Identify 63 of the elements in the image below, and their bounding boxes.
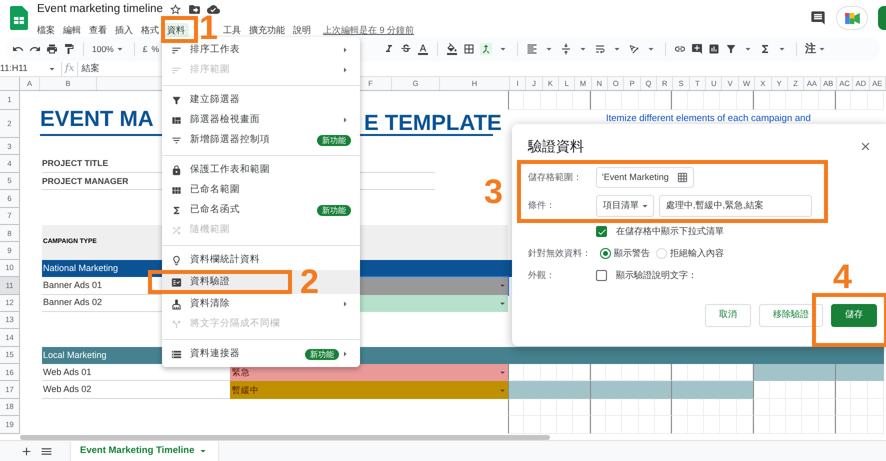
sheet-tab[interactable]: Event Marketing Timeline [71, 440, 218, 461]
radio-label: 顯示警告 [614, 246, 650, 260]
criteria-select[interactable]: 項目清單 [596, 195, 654, 217]
section-title: Local Marketing [42, 348, 107, 362]
menu-bar-item[interactable]: 插入 [111, 22, 137, 38]
step-number: 4 [833, 262, 852, 292]
task-name: Web Ads 01 [42, 366, 92, 379]
menu-item[interactable]: 篩選器檢視畫面 [162, 110, 360, 130]
step-number: 3 [484, 175, 503, 209]
field-label: PROJECT MANAGER [42, 174, 128, 188]
menu-item[interactable]: 新增篩選器控制項 新功能 [162, 130, 360, 150]
menu-bar-item[interactable]: 查看 [85, 22, 111, 38]
checkbox-label: 顯示驗證說明文字： [616, 269, 697, 282]
radio-label: 拒絕輸入內容 [670, 246, 724, 260]
step-number: 1 [199, 13, 218, 43]
last-edit-link[interactable]: 上次編輯是在 9 分鐘前 [323, 24, 414, 38]
percent-button[interactable]: % [151, 42, 160, 56]
menu-item[interactable]: 已命名範圍 [162, 180, 360, 200]
menu-item[interactable]: 保護工作表和範圍 [162, 160, 360, 180]
menu-bar-item[interactable]: 編輯 [59, 22, 85, 38]
template-title: E TEMPLATE [364, 112, 502, 134]
section-title: National Marketing [42, 262, 118, 275]
document-title[interactable]: Event marketing timeline [37, 4, 163, 16]
new-badge: 新功能 [317, 134, 351, 146]
checkbox-label: 在儲存格中顯示下拉式清單 [616, 225, 724, 238]
range-field[interactable]: 'Event Marketing [596, 167, 694, 188]
menu-item[interactable]: 已命名函式 新功能 [162, 200, 360, 220]
menu-item[interactable]: 資料欄統計資料 [162, 250, 360, 270]
dialog-button[interactable]: 移除驗證 [759, 304, 823, 326]
menu-item[interactable]: 排序工作表 [162, 40, 360, 60]
zoom-select[interactable]: 100% [92, 42, 126, 56]
criteria-label: 條件： [528, 199, 556, 212]
dialog-title: 驗證資料 [528, 137, 584, 156]
formula-value[interactable]: 結案 [81, 62, 100, 76]
invalid-data-label: 針對無效資料： [528, 246, 592, 260]
appearance-label: 外觀： [528, 269, 556, 282]
save-button[interactable]: 儲存 [831, 304, 877, 326]
status-cell[interactable]: 暫緩中 [230, 381, 508, 399]
step-number: 2 [300, 270, 319, 294]
menu-bar-item[interactable]: 擴充功能 [245, 22, 289, 38]
note-button[interactable]: 注 [805, 40, 828, 58]
task-name: Web Ads 02 [42, 382, 92, 396]
menu-bar-item[interactable]: 檔案 [33, 22, 59, 38]
range-label: 儲存格範圍： [528, 170, 583, 184]
task-name: Banner Ads 02 [42, 296, 102, 309]
fx-label: fx [65, 62, 74, 76]
menu-bar-item[interactable]: 工具 [219, 22, 245, 38]
dialog-button[interactable]: 取消 [705, 304, 751, 326]
currency-button[interactable]: £ [142, 42, 148, 56]
instruction-text: Itemize different elements of each campaign and [606, 113, 811, 124]
new-badge: 新功能 [317, 204, 351, 216]
menu-item[interactable]: 建立篩選器 [162, 90, 360, 110]
menu-item[interactable]: 資料連接器 新功能 [162, 344, 360, 364]
new-badge: 新功能 [305, 348, 339, 360]
menu-item[interactable]: 資料清除 [162, 294, 360, 314]
menu-bar-item[interactable]: 格式 [137, 22, 163, 38]
menu-bar-item[interactable]: 說明 [289, 22, 315, 38]
template-title: EVENT MA [40, 106, 154, 131]
criteria-field[interactable]: 處理中,暫緩中,緊急,結案 [659, 195, 812, 217]
field-label: PROJECT TITLE [42, 157, 108, 170]
task-name: Banner Ads 01 [42, 278, 102, 292]
cell-reference[interactable]: 11:H11 [0, 62, 46, 76]
status-cell[interactable]: 緊急 [230, 364, 508, 382]
